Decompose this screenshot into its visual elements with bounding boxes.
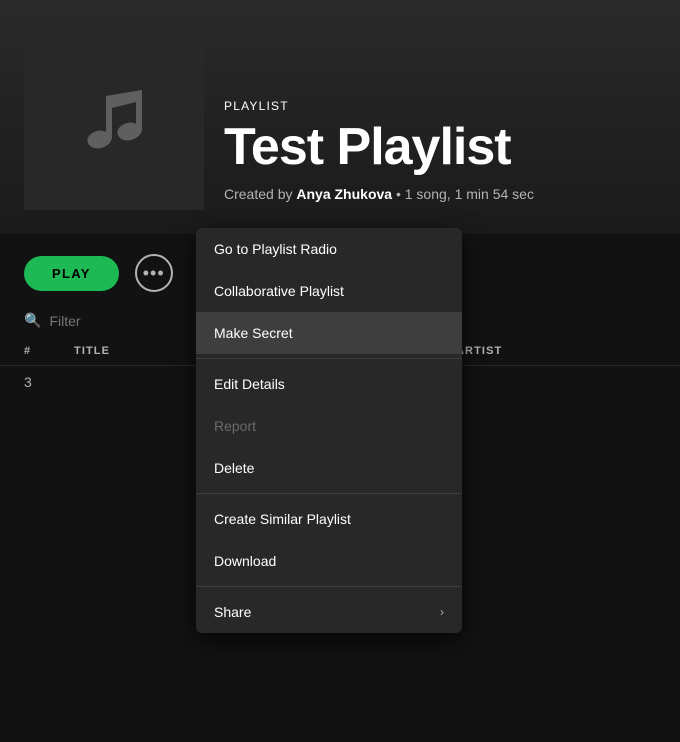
album-art: [24, 30, 204, 210]
menu-item-report: Report: [196, 405, 462, 447]
meta-suffix: • 1 song, 1 min 54 sec: [392, 186, 534, 202]
menu-item-share[interactable]: Share ›: [196, 591, 462, 633]
menu-item-make-secret[interactable]: Make Secret: [196, 312, 462, 354]
music-note-icon: [74, 80, 154, 160]
menu-divider: [196, 586, 462, 587]
play-button[interactable]: PLAY: [24, 256, 119, 291]
col-artist-header: ARTIST: [456, 345, 656, 357]
menu-item-label-report: Report: [214, 418, 256, 434]
chevron-right-icon: ›: [440, 605, 444, 619]
created-by-prefix: Created by: [224, 186, 296, 202]
menu-item-label-collaborative-playlist: Collaborative Playlist: [214, 283, 344, 299]
search-icon: 🔍: [24, 312, 41, 329]
playlist-info: PLAYLIST Test Playlist Created by Anya Z…: [224, 99, 534, 210]
menu-item-label-go-to-playlist-radio: Go to Playlist Radio: [214, 241, 337, 257]
menu-item-label-delete: Delete: [214, 460, 254, 476]
menu-divider: [196, 358, 462, 359]
menu-item-label-make-secret: Make Secret: [214, 325, 293, 341]
menu-item-go-to-playlist-radio[interactable]: Go to Playlist Radio: [196, 228, 462, 270]
col-num-header: #: [24, 345, 74, 357]
creator-name: Anya Zhukova: [296, 186, 392, 202]
playlist-header: PLAYLIST Test Playlist Created by Anya Z…: [0, 0, 680, 234]
playlist-meta: Created by Anya Zhukova • 1 song, 1 min …: [224, 186, 534, 202]
menu-item-label-edit-details: Edit Details: [214, 376, 285, 392]
menu-item-collaborative-playlist[interactable]: Collaborative Playlist: [196, 270, 462, 312]
track-number: 3: [24, 374, 74, 390]
more-options-button[interactable]: •••: [135, 254, 173, 292]
context-menu: Go to Playlist Radio Collaborative Playli…: [196, 228, 462, 633]
playlist-type-label: PLAYLIST: [224, 99, 534, 113]
playlist-title: Test Playlist: [224, 119, 534, 176]
menu-item-label-share: Share: [214, 604, 251, 620]
menu-divider: [196, 493, 462, 494]
menu-item-edit-details[interactable]: Edit Details: [196, 363, 462, 405]
menu-item-download[interactable]: Download: [196, 540, 462, 582]
menu-item-label-create-similar-playlist: Create Similar Playlist: [214, 511, 351, 527]
menu-item-delete[interactable]: Delete: [196, 447, 462, 489]
ellipsis-icon: •••: [143, 263, 165, 284]
menu-item-label-download: Download: [214, 553, 276, 569]
menu-item-create-similar-playlist[interactable]: Create Similar Playlist: [196, 498, 462, 540]
